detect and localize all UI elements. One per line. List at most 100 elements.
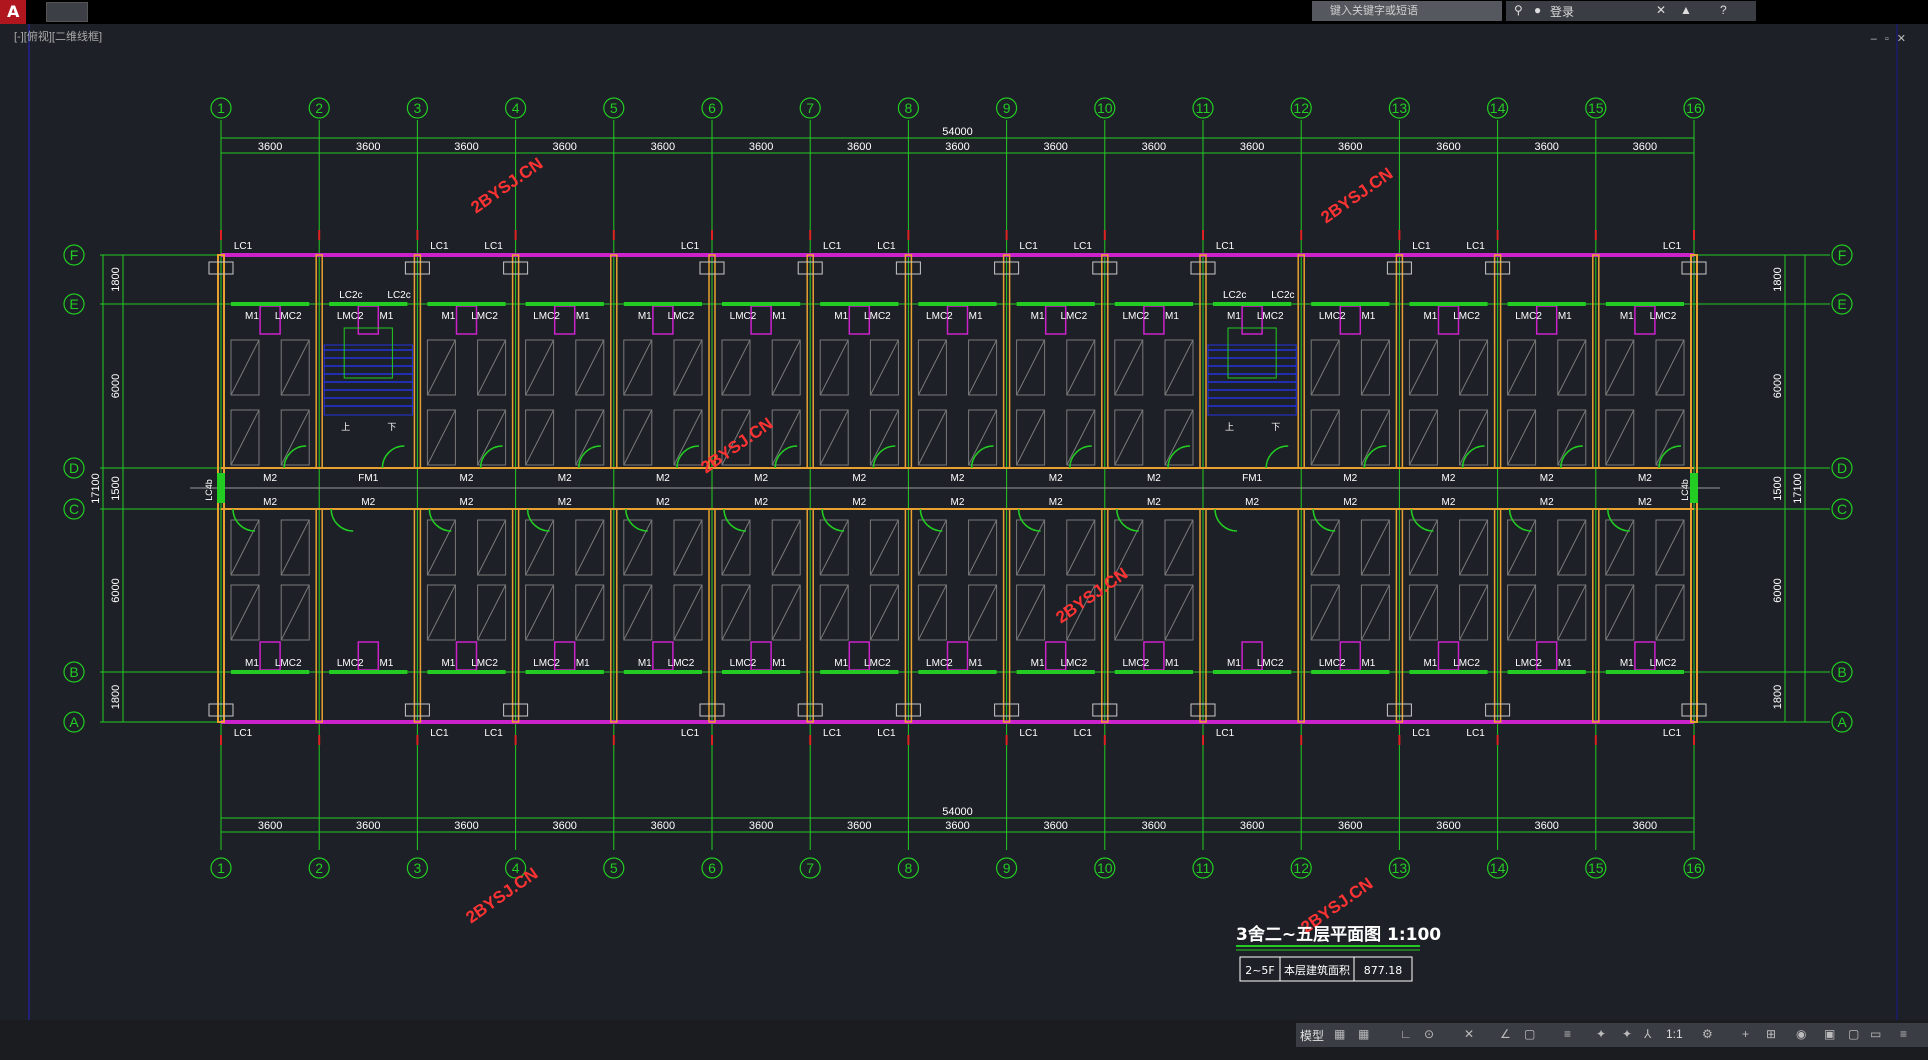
selection-cycling-icon[interactable]: ≡ <box>1564 1027 1571 1041</box>
model-tab[interactable]: 模型 <box>1300 1027 1324 1044</box>
polar-icon[interactable]: ⊙ <box>1424 1027 1434 1041</box>
exterior-wall-north <box>221 253 1694 257</box>
balcony-door <box>1213 302 1292 306</box>
bed-diagonal <box>477 584 507 641</box>
door-label: M1 <box>969 658 983 669</box>
door-label: M2 <box>754 497 768 508</box>
door-label: M1 <box>1165 658 1179 669</box>
stair-up-label: 上 <box>1225 422 1234 433</box>
gear-icon[interactable]: ⚙ <box>1702 1027 1713 1041</box>
bed-diagonal <box>1459 584 1489 641</box>
bed-diagonal <box>771 519 801 576</box>
bed-diagonal <box>1016 339 1046 396</box>
door-label: M2 <box>754 473 768 484</box>
door-label: M2 <box>852 473 866 484</box>
axis-label-12: 12 <box>1293 860 1309 876</box>
window-label: LC1 <box>1216 241 1235 252</box>
window-label: LC1 <box>1074 241 1093 252</box>
menu-icon[interactable]: ≡ <box>1900 1027 1907 1041</box>
bed-diagonal <box>230 584 260 641</box>
balcony-door <box>1213 670 1292 674</box>
bed-diagonal <box>869 339 899 396</box>
hardware-accel-icon[interactable]: ▣ <box>1824 1027 1835 1041</box>
door-label: LMC2 <box>864 658 891 669</box>
transparency-icon[interactable]: ▢ <box>1524 1027 1535 1041</box>
info-table-area: 877.18 <box>1364 964 1403 977</box>
bed-diagonal <box>1655 584 1685 641</box>
dimension-bay: 3600 <box>749 141 773 153</box>
ortho-icon[interactable]: ∟ <box>1400 1027 1412 1041</box>
dimension-bay: 3600 <box>1534 820 1558 832</box>
drawing-canvas[interactable]: 1 2 3 4 5 6 7 8 9 10 11 12 13 14 15 161 2 3 4 5 6 7 8 9 10 11 12 13… <box>0 0 1928 1020</box>
window-label: LC1 <box>681 241 700 252</box>
balcony-door <box>427 670 506 674</box>
bed-diagonal <box>968 519 998 576</box>
lineweight-icon[interactable]: ∠ <box>1500 1027 1511 1041</box>
annotation-scale[interactable]: 1:1 <box>1666 1027 1683 1041</box>
balcony-door <box>820 302 899 306</box>
door-label: M1 <box>1227 658 1241 669</box>
bed-diagonal <box>917 584 947 641</box>
isolate-icon[interactable]: ◉ <box>1796 1027 1806 1041</box>
axis-label-14: 14 <box>1490 860 1506 876</box>
end-window <box>1690 473 1698 503</box>
bed-diagonal <box>771 409 801 466</box>
window-label: LC1 <box>1663 241 1682 252</box>
door-label: M1 <box>245 658 259 669</box>
door-label: M2 <box>852 497 866 508</box>
bed-diagonal <box>575 339 605 396</box>
bed-diagonal <box>426 339 456 396</box>
dimension-bay: 3600 <box>552 141 576 153</box>
fullscreen-icon[interactable]: ▭ <box>1870 1027 1881 1041</box>
plus-icon[interactable]: + <box>1742 1027 1749 1041</box>
snap-icon[interactable]: ▦ <box>1358 1027 1369 1041</box>
dimension-bay: 3600 <box>356 141 380 153</box>
bed-diagonal <box>525 339 555 396</box>
axis-label-9: 9 <box>1003 100 1011 116</box>
axis-label-1: 1 <box>217 100 225 116</box>
axis-label-13: 13 <box>1392 100 1408 116</box>
door-label: M2 <box>951 497 965 508</box>
window-label: LC1 <box>430 241 449 252</box>
annotation-visibility-icon[interactable]: ⅄ <box>1644 1027 1651 1041</box>
balcony-door <box>1409 670 1488 674</box>
clean-screen-icon[interactable]: ▢ <box>1848 1027 1859 1041</box>
annotation-icon[interactable]: ✦ <box>1596 1027 1606 1041</box>
door-swing <box>330 508 354 532</box>
osnap-icon[interactable]: ✕ <box>1464 1027 1474 1041</box>
balcony-door <box>525 302 604 306</box>
axis-label-16: 16 <box>1686 860 1702 876</box>
balcony-door <box>623 670 702 674</box>
door-label: M1 <box>1031 658 1045 669</box>
dimension-bay: 3600 <box>651 820 675 832</box>
axis-label-F: F <box>1838 247 1847 263</box>
window-label: LC1 <box>1663 728 1682 739</box>
balcony-door <box>722 302 801 306</box>
dimension-vertical: 1800 <box>110 685 122 709</box>
dimension-bay: 3600 <box>552 820 576 832</box>
bed-diagonal <box>673 409 703 466</box>
door-label: LMC2 <box>1060 311 1087 322</box>
grid-icon[interactable]: ▦ <box>1334 1027 1345 1041</box>
axis-label-B: B <box>1837 664 1846 680</box>
door-label: LMC2 <box>1650 311 1677 322</box>
axis-label-5: 5 <box>610 860 618 876</box>
axis-label-10: 10 <box>1097 860 1113 876</box>
bed-diagonal <box>869 584 899 641</box>
door-label: LMC2 <box>864 311 891 322</box>
axis-label-8: 8 <box>905 860 913 876</box>
dimension-total: 54000 <box>942 126 973 138</box>
balcony-door <box>427 302 506 306</box>
axis-label-9: 9 <box>1003 860 1011 876</box>
bed-diagonal <box>1164 584 1194 641</box>
axis-label-6: 6 <box>708 860 716 876</box>
dimension-bay: 3600 <box>454 820 478 832</box>
axis-label-6: 6 <box>708 100 716 116</box>
bed-diagonal <box>525 409 555 466</box>
dimension-bay: 3600 <box>1043 141 1067 153</box>
autoscale-icon[interactable]: ✦ <box>1622 1027 1632 1041</box>
balcony-door <box>329 670 408 674</box>
bed-diagonal <box>477 409 507 466</box>
workspace-icon[interactable]: ⊞ <box>1766 1027 1776 1041</box>
bed-diagonal <box>280 519 310 576</box>
